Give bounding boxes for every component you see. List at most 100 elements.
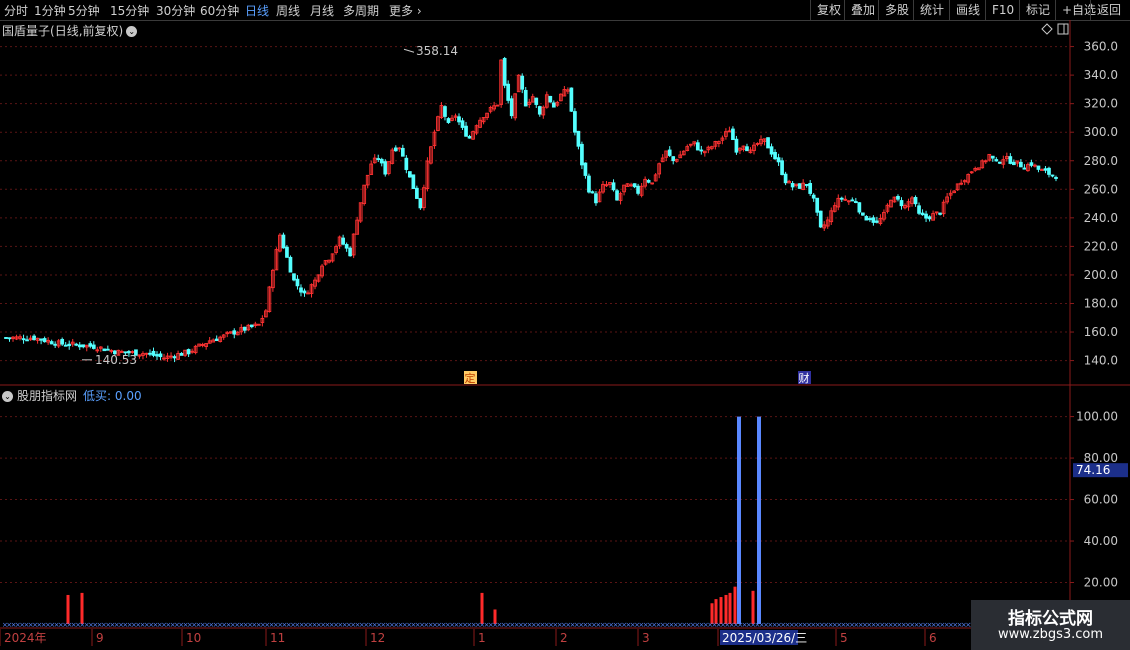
candle: [172, 356, 177, 359]
candle: [523, 89, 528, 107]
candle: [407, 171, 412, 178]
y-tick-label: 240.0: [1084, 211, 1118, 225]
candle: [1050, 174, 1055, 177]
candle: [573, 111, 577, 133]
candle: [927, 216, 932, 220]
y-tick-label: 160.0: [1084, 325, 1118, 339]
candle: [769, 146, 774, 155]
candle: [25, 339, 29, 342]
candle: [864, 216, 869, 221]
candle: [920, 212, 925, 216]
candle: [1008, 156, 1013, 164]
candle: [537, 106, 542, 115]
indicator-bar: [757, 416, 761, 624]
candle: [899, 200, 904, 207]
indicator-bar: [751, 590, 755, 624]
indicator-bar: [66, 594, 70, 624]
event-marker-label: 财: [799, 371, 810, 385]
indicator-bar: [728, 592, 732, 624]
candle: [671, 156, 676, 162]
candle: [74, 343, 79, 346]
x-tick-label: 5: [840, 631, 848, 645]
candle: [464, 125, 468, 137]
candle: [1036, 165, 1041, 170]
candle: [249, 324, 254, 328]
high-arrow: [403, 48, 415, 53]
candle: [839, 197, 844, 200]
candle: [776, 157, 781, 163]
candle: [302, 290, 307, 294]
candle: [569, 87, 574, 112]
indicator-bar: [80, 592, 84, 624]
candle: [285, 246, 289, 258]
candle: [32, 335, 36, 341]
candle: [534, 97, 539, 105]
x-tick-label: 2: [560, 631, 568, 645]
low-label: 140.53: [95, 353, 137, 367]
y-tick-label: 140.0: [1084, 354, 1118, 368]
candle: [667, 149, 672, 156]
candle: [590, 191, 595, 194]
candle: [896, 195, 900, 200]
x-tick-label: 2024年: [4, 631, 47, 645]
watermark: 指标公式网 www.zbgs3.com: [971, 600, 1130, 650]
high-label: 358.14: [416, 44, 458, 58]
candle: [39, 338, 43, 341]
watermark-url: www.zbgs3.com: [997, 627, 1104, 642]
candle: [77, 344, 82, 348]
candle: [695, 142, 700, 151]
candle: [783, 173, 788, 184]
y-tick-label: 340.0: [1084, 68, 1118, 82]
candle: [281, 234, 286, 249]
indicator-y-tick-label: 20.00: [1084, 576, 1118, 590]
panel-toggle-icon: [1057, 23, 1069, 35]
indicator-y-tick-label: 100.00: [1076, 410, 1118, 424]
chart-area[interactable]: 140.0 160.0 180.0 200.0 220.0 240.0 260.0 280.0…: [0, 0, 1130, 650]
candle: [148, 352, 152, 355]
candle: [91, 344, 96, 349]
indicator-bar: [719, 597, 723, 624]
candle: [460, 120, 465, 128]
candle: [576, 130, 581, 147]
candle: [861, 212, 865, 216]
candle: [699, 149, 704, 152]
candle: [850, 199, 855, 202]
candle: [1029, 162, 1034, 166]
candle: [383, 161, 388, 175]
candle: [151, 350, 156, 356]
candle: [232, 330, 237, 335]
candle: [292, 273, 296, 281]
candle: [734, 138, 739, 153]
candle: [587, 175, 591, 193]
candle: [818, 210, 823, 228]
candle: [1047, 167, 1051, 175]
candle: [868, 218, 872, 221]
candle: [815, 197, 820, 213]
x-tick-label: 9: [96, 631, 104, 645]
candle: [179, 352, 184, 356]
candle: [502, 58, 507, 86]
candle: [42, 338, 47, 343]
x-tick-label: 2025/03/26/三: [722, 631, 807, 645]
event-marker-label: 定: [465, 371, 476, 385]
x-tick-label: 3: [642, 631, 650, 645]
candle: [299, 287, 303, 293]
candle: [443, 106, 447, 117]
candle: [344, 244, 349, 249]
y-tick-label: 220.0: [1084, 239, 1118, 253]
x-tick-label: 1: [478, 631, 486, 645]
indicator-bar: [724, 594, 728, 624]
candle: [295, 278, 300, 287]
y-tick-label: 260.0: [1084, 182, 1118, 196]
candle: [446, 118, 451, 123]
candle: [348, 247, 352, 257]
candle: [636, 185, 640, 194]
candle: [766, 137, 770, 149]
candle: [4, 337, 8, 339]
candle: [158, 353, 163, 358]
candle: [1022, 167, 1027, 170]
candle: [214, 338, 219, 342]
candle: [548, 95, 553, 103]
indicator-y-tick-label: 60.00: [1084, 493, 1118, 507]
candle: [797, 183, 802, 189]
